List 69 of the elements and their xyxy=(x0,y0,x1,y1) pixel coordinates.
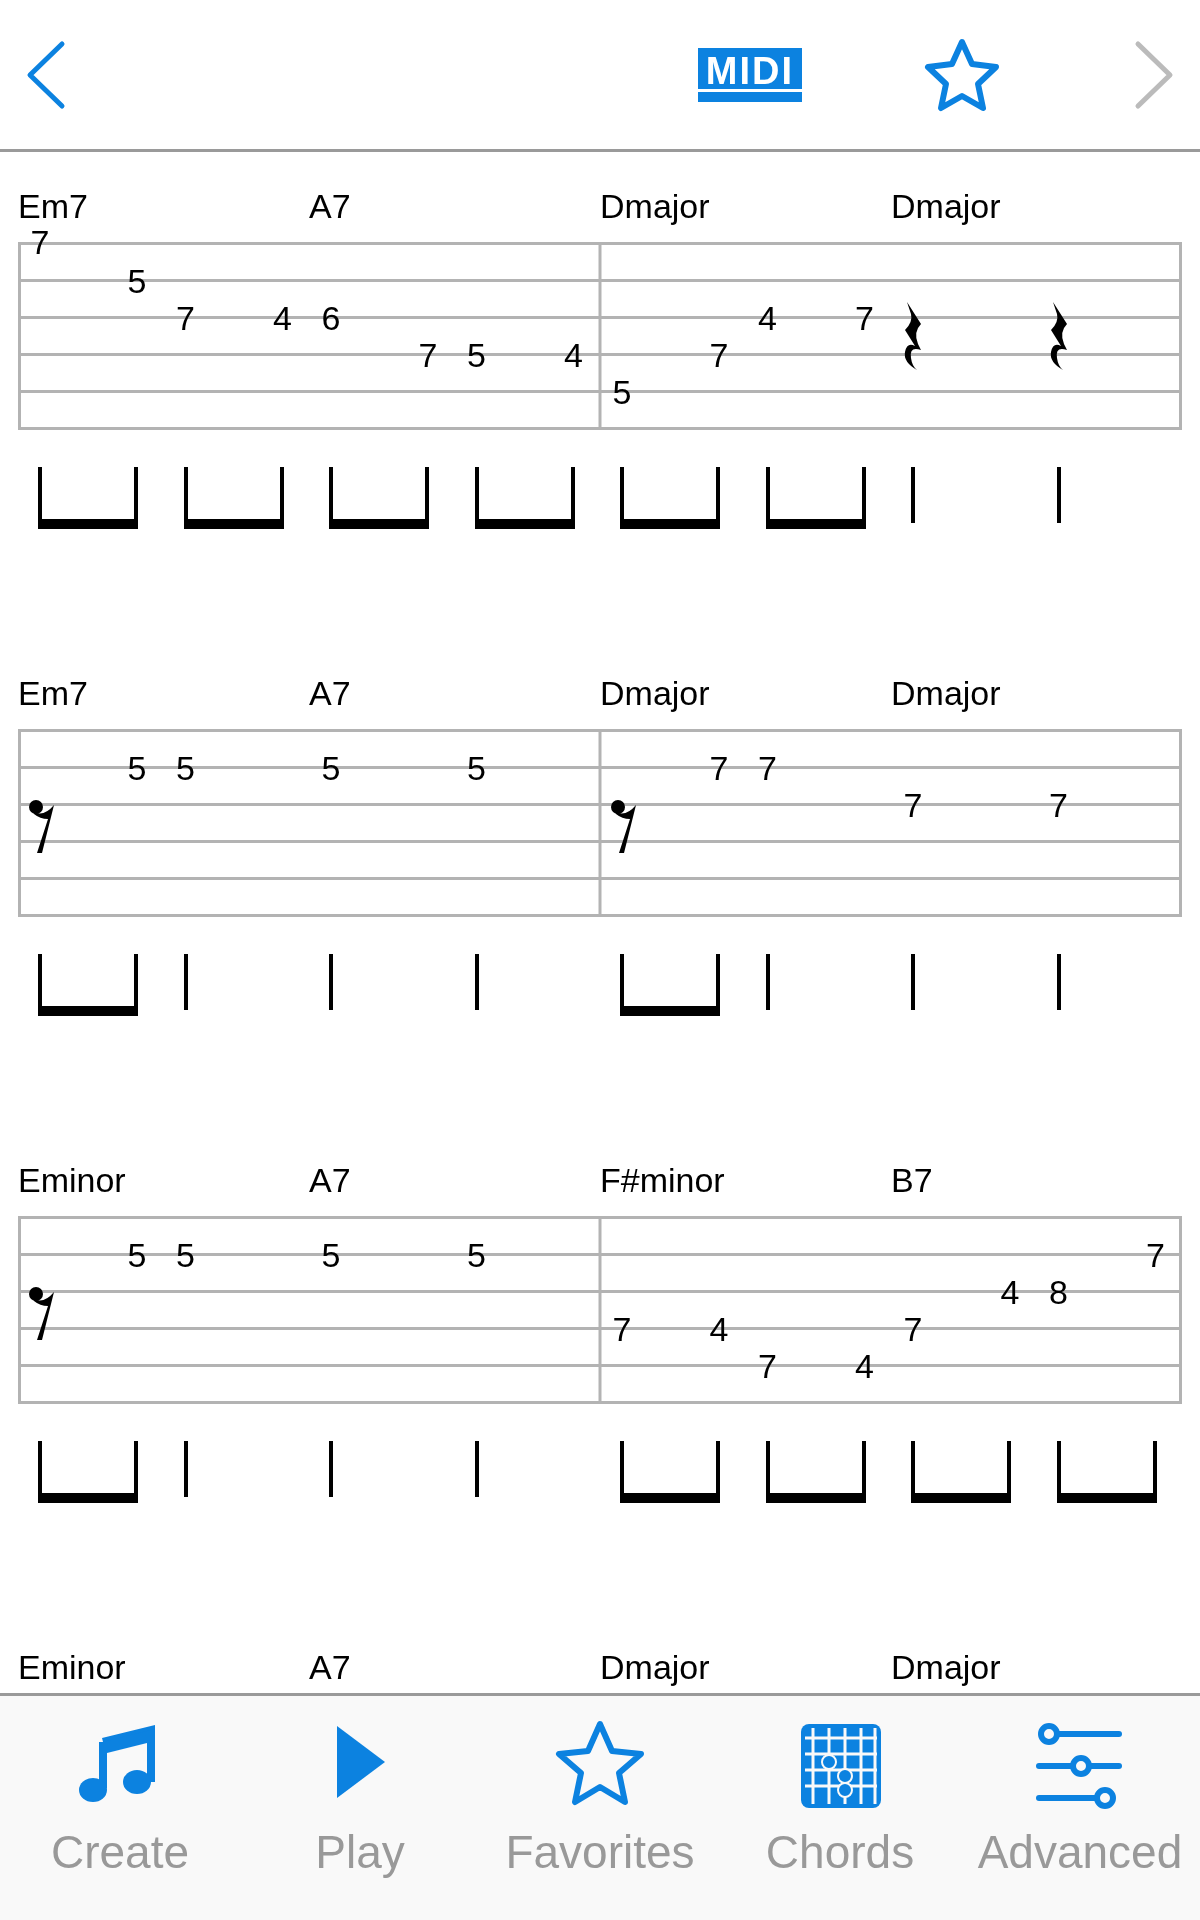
fret-number: 5 xyxy=(127,1237,147,1272)
fret-number: 4 xyxy=(1000,1274,1020,1309)
fret-number: 4 xyxy=(855,1348,874,1383)
fret-number: 7 xyxy=(709,337,729,372)
fret-number: 7 xyxy=(758,1348,777,1383)
note-stem-icon xyxy=(474,954,479,1010)
fret-number: 4 xyxy=(273,300,292,335)
fret-number: 4 xyxy=(758,300,777,335)
fret-number: 5 xyxy=(612,374,632,409)
note-stem-icon xyxy=(911,954,915,1010)
fret-number: 5 xyxy=(127,750,147,785)
note-stem-icon xyxy=(911,467,915,523)
fret-number: 7 xyxy=(176,300,195,335)
fret-number: 5 xyxy=(467,1237,486,1272)
tab-bar-item[interactable]: Play xyxy=(240,1696,480,1920)
note-stem-icon xyxy=(183,1441,188,1497)
note-stem-icon xyxy=(474,1441,479,1497)
fret-number: 6 xyxy=(321,300,341,335)
chord-name: Dmajor xyxy=(600,1647,711,1688)
chord-name: Dmajor xyxy=(891,1647,1002,1688)
fret-number: 7 xyxy=(903,787,923,822)
note-stem-icon xyxy=(183,954,188,1010)
chord-name: Dmajor xyxy=(600,186,711,227)
eighth-rest-icon xyxy=(28,1285,56,1342)
chord-name: A7 xyxy=(309,1160,352,1201)
midi-logo[interactable]: MIDI xyxy=(697,47,802,102)
fret-number: 7 xyxy=(1049,787,1068,822)
fret-number: 7 xyxy=(1146,1237,1165,1272)
fret-number: 5 xyxy=(127,263,147,298)
fret-number: 4 xyxy=(564,337,583,372)
fret-number: 5 xyxy=(467,750,486,785)
fret-number: 7 xyxy=(709,750,729,785)
chord-name: A7 xyxy=(309,1647,352,1688)
chord-name: B7 xyxy=(891,1160,934,1201)
eighth-rest-icon xyxy=(610,798,638,855)
fret-number: 4 xyxy=(709,1311,729,1346)
chord-name: Eminor xyxy=(18,1647,127,1688)
fret-number: 7 xyxy=(855,300,874,335)
chord-name: A7 xyxy=(309,673,352,714)
fret-number: 7 xyxy=(418,337,438,372)
fret-number: 7 xyxy=(30,224,50,259)
eighth-rest-icon xyxy=(28,798,56,855)
note-stem-icon xyxy=(329,1441,333,1497)
note-stem-icon xyxy=(1056,954,1061,1010)
fret-number: 7 xyxy=(612,1311,632,1346)
chord-name: Em7 xyxy=(18,673,89,714)
tab-bar-item[interactable]: Favorites xyxy=(480,1696,720,1920)
fret-number: 5 xyxy=(176,1237,195,1272)
fret-number: 7 xyxy=(903,1311,923,1346)
note-stem-icon xyxy=(1056,467,1061,523)
chord-name: Em7 xyxy=(18,186,89,227)
chord-name: Dmajor xyxy=(600,673,711,714)
chord-name: A7 xyxy=(309,186,352,227)
fret-number: 5 xyxy=(467,337,486,372)
fret-number: 5 xyxy=(321,750,341,785)
fret-number: 8 xyxy=(1049,1274,1068,1309)
fret-number: 7 xyxy=(758,750,777,785)
chord-name: Dmajor xyxy=(891,673,1002,714)
note-stem-icon xyxy=(329,954,333,1010)
note-stem-icon xyxy=(765,954,770,1010)
fret-number: 5 xyxy=(321,1237,341,1272)
chord-name: F#minor xyxy=(600,1160,726,1201)
favorite-button[interactable] xyxy=(922,36,1002,113)
fret-number: 5 xyxy=(176,750,195,785)
tab-bar-item[interactable]: Chords xyxy=(720,1696,960,1920)
tab-bar-item[interactable]: Create xyxy=(0,1696,240,1920)
tab-bar-item[interactable]: Advanced xyxy=(960,1696,1200,1920)
chord-name: Dmajor xyxy=(891,186,1002,227)
chord-name: Eminor xyxy=(18,1160,127,1201)
